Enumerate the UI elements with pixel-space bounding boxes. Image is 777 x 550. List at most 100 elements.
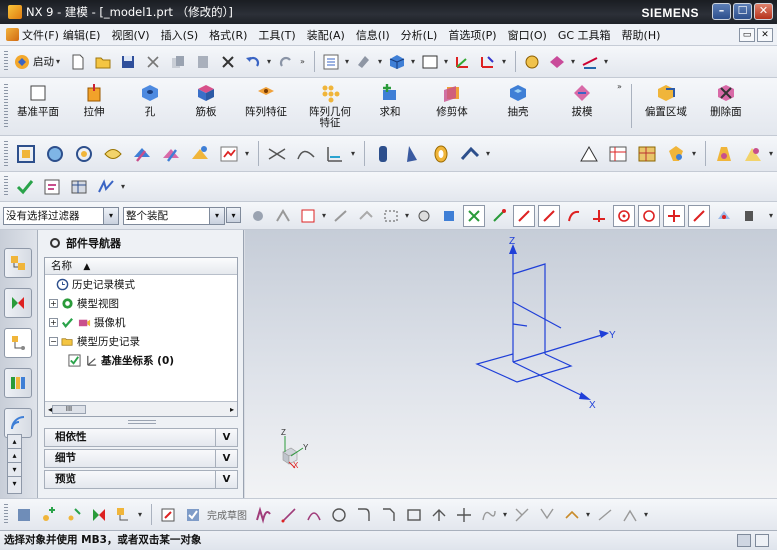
menu-format[interactable]: 格式(R): [209, 27, 247, 43]
analysis-button[interactable]: [579, 51, 601, 73]
tree-item-cameras[interactable]: + 摄像机: [45, 313, 237, 332]
finish-sketch-button[interactable]: 完成草图: [207, 507, 247, 522]
move-to-layer-button[interactable]: [216, 143, 242, 165]
checkbox-checked-icon[interactable]: [67, 354, 81, 368]
solid-snap-button[interactable]: [438, 205, 460, 227]
type-filter-dropdown[interactable]: 没有选择过滤器 ▾: [3, 206, 119, 225]
point-on-curve-snap-button[interactable]: [688, 204, 711, 227]
endpoint-snap-button[interactable]: [488, 205, 510, 227]
scroll-thumb[interactable]: III: [52, 404, 87, 414]
line-button[interactable]: [278, 504, 300, 526]
sketch-button[interactable]: [13, 504, 35, 526]
hole-button[interactable]: 孔: [125, 78, 175, 118]
sketch-settings-button[interactable]: [157, 504, 179, 526]
cone-button[interactable]: [399, 143, 425, 165]
fillet-button[interactable]: [353, 504, 375, 526]
selection-button[interactable]: [320, 51, 342, 73]
quick-extend-button[interactable]: [536, 504, 558, 526]
pattern-feature-button[interactable]: 阵列特征: [237, 78, 295, 118]
open-file-button[interactable]: [92, 51, 114, 73]
delete-face-button[interactable]: 删除面: [701, 78, 751, 118]
rectangle-button[interactable]: [403, 504, 425, 526]
pattern-geometry-button[interactable]: 阵列几何 特征: [301, 78, 359, 129]
trim-body-button[interactable]: 修剪体: [421, 78, 483, 118]
analysis-curve-button[interactable]: [322, 143, 348, 165]
table-button[interactable]: [605, 143, 631, 165]
tree-item-model-history[interactable]: − 模型历史记录: [45, 332, 237, 351]
mdi-restore-button[interactable]: ▭: [739, 28, 755, 42]
constraint-button[interactable]: [594, 504, 616, 526]
layer-settings-button[interactable]: [129, 143, 155, 165]
menu-help[interactable]: 帮助(H): [622, 27, 661, 43]
select-all-button[interactable]: [297, 205, 319, 227]
scroll-right-icon[interactable]: ▸: [230, 405, 234, 414]
sketch-constraint-button[interactable]: [264, 143, 290, 165]
tree-horizontal-scrollbar[interactable]: ◂ III ▸: [45, 401, 237, 416]
curve-button[interactable]: [293, 143, 319, 165]
panel-splitter[interactable]: [128, 420, 156, 424]
move-wcs-button[interactable]: [477, 51, 499, 73]
chevron-down-icon[interactable]: V: [215, 429, 237, 446]
feature-overflow[interactable]: »: [617, 82, 622, 91]
render-style-button[interactable]: [386, 51, 408, 73]
intersection-snap-button[interactable]: [588, 205, 610, 227]
fit-view-button[interactable]: [13, 143, 39, 165]
selection-scope-dropdown[interactable]: 整个装配 ▾: [123, 206, 225, 225]
triangle-button[interactable]: [576, 143, 602, 165]
spreadsheet-button[interactable]: [634, 143, 660, 165]
menu-gc-toolkit[interactable]: GC 工具箱: [558, 27, 611, 43]
face-rule-button[interactable]: [355, 205, 377, 227]
scroll-up-icon[interactable]: ▴: [8, 435, 21, 449]
toolbar-grip[interactable]: [4, 84, 8, 128]
existing-point-snap-button[interactable]: [663, 204, 686, 227]
menu-file[interactable]: 文件(F): [6, 27, 59, 43]
offset-region-button[interactable]: 偏置区域: [637, 78, 695, 118]
layer-copy-button[interactable]: [187, 143, 213, 165]
finish-sketch-icon-button[interactable]: [182, 504, 204, 526]
curve-rule-button[interactable]: [330, 205, 352, 227]
menu-view[interactable]: 视图(V): [111, 27, 149, 43]
scope-extra-dropdown[interactable]: ▾: [226, 206, 241, 225]
wave-geometry-button[interactable]: [94, 176, 118, 198]
collapse-icon[interactable]: −: [49, 337, 58, 346]
chevron-down-icon[interactable]: V: [215, 471, 237, 488]
point-on-face-snap-button[interactable]: [713, 205, 735, 227]
toolbar-grip[interactable]: [4, 176, 8, 197]
menu-information[interactable]: 信息(I): [356, 27, 390, 43]
paste-button[interactable]: [192, 51, 214, 73]
expand-icon[interactable]: +: [49, 299, 58, 308]
menu-preferences[interactable]: 首选项(P): [448, 27, 496, 43]
details-section[interactable]: 细节 V: [44, 449, 238, 468]
edit-object-display-button[interactable]: [353, 51, 375, 73]
graphics-window[interactable]: Z Y X Z Y X: [245, 230, 777, 498]
sweep-button[interactable]: [457, 143, 483, 165]
sketch-origin-button[interactable]: [113, 504, 135, 526]
tree-item-history-mode[interactable]: 历史记录模式: [45, 275, 237, 294]
mdi-close-button[interactable]: ✕: [757, 28, 773, 42]
attach-sketch-button[interactable]: [63, 504, 85, 526]
tree-item-model-views[interactable]: + 模型视图: [45, 294, 237, 313]
close-window-button[interactable]: ✕: [754, 3, 773, 20]
edit-feature-button[interactable]: [13, 176, 37, 198]
extrude-button[interactable]: 拉伸: [69, 78, 119, 118]
quadrant-snap-button[interactable]: [638, 204, 661, 227]
arc-snap-button[interactable]: [563, 205, 585, 227]
delete-button[interactable]: [217, 51, 239, 73]
part-navigator-tab[interactable]: [4, 328, 32, 358]
zoom-button[interactable]: [42, 143, 68, 165]
dimension-button[interactable]: [619, 504, 641, 526]
constraint-navigator-tab[interactable]: [4, 288, 32, 318]
arc-button[interactable]: [303, 504, 325, 526]
scroll-up-small-icon[interactable]: ▴: [8, 449, 21, 463]
menu-assembly[interactable]: 装配(A): [307, 27, 345, 43]
line-snap-button[interactable]: [513, 204, 536, 227]
save-button[interactable]: [117, 51, 139, 73]
resource-bar-scroll[interactable]: ▴ ▴ ▾ ▾: [7, 434, 22, 494]
studio-spline-button[interactable]: [478, 504, 500, 526]
assembly-navigator-tab[interactable]: [4, 248, 32, 278]
show-hide-button[interactable]: [546, 51, 568, 73]
chamfer-button[interactable]: [378, 504, 400, 526]
feature-selection-button[interactable]: [272, 205, 294, 227]
datum-plane-button[interactable]: 基准平面: [13, 78, 63, 118]
snap-point-button[interactable]: [413, 205, 435, 227]
